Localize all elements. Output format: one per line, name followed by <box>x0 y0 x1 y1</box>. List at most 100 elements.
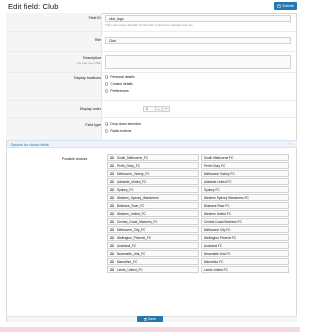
description-textarea[interactable] <box>105 55 291 69</box>
delete-button-label: Delete <box>282 3 294 8</box>
chevron-up-icon[interactable]: ⌃ <box>288 143 291 147</box>
choice-row: Macarthur_FC Macarthur FC <box>107 257 289 265</box>
choice-key-input[interactable]: Sydney_FC <box>107 185 199 193</box>
increment-button[interactable]: + <box>163 106 170 112</box>
title-input[interactable]: Club <box>105 37 291 44</box>
choice-key-input[interactable]: Brisbane_Roar_FC <box>107 201 199 209</box>
choice-key-input[interactable]: Melbourne_City_FC <box>107 225 199 233</box>
options-section-header[interactable]: Options for choice fields ⌃ <box>6 140 297 148</box>
choice-row: Adelaide_United_FC Adelaide United FC <box>107 177 289 185</box>
radio-checked-icon[interactable] <box>105 122 109 126</box>
choice-value-input[interactable]: Brisbane Roar FC <box>201 201 289 209</box>
drag-handle-icon[interactable] <box>110 268 114 271</box>
choice-key-text: South_Melbourne_FC <box>117 155 149 160</box>
choice-value-input[interactable]: Wellington Phoenix FC <box>201 233 289 241</box>
trash-icon <box>277 4 281 8</box>
radio-icon[interactable] <box>105 82 109 86</box>
choice-row: Brisbane_Roar_FC Brisbane Roar FC <box>107 201 289 209</box>
choice-key-input[interactable]: Adelaide_United_FC <box>107 177 199 185</box>
display-location-option[interactable]: Contact details <box>105 82 133 86</box>
choice-key-input[interactable]: Leeds_United_FC <box>107 265 199 273</box>
choice-key-text: Leeds_United_FC <box>117 267 143 272</box>
page-title: Edit field: Club <box>8 2 59 11</box>
drag-handle-icon[interactable] <box>110 236 114 239</box>
field-type-option[interactable]: Radio buttons <box>105 129 131 133</box>
drag-handle-icon[interactable] <box>110 260 114 263</box>
drag-handle-icon[interactable] <box>110 204 114 207</box>
choice-row: Leeds_United_FC Leeds United FC <box>107 265 289 273</box>
radio-icon[interactable] <box>105 129 109 133</box>
choice-row: Central_Coast_Mariners_FC Central Coast M… <box>107 217 289 225</box>
display-location-option-label: Preferences <box>110 89 129 93</box>
choice-value-input[interactable]: Adelaide United FC <box>201 177 289 185</box>
drag-handle-icon[interactable] <box>110 228 114 231</box>
choice-key-input[interactable]: Perth_Glory_FC <box>107 161 199 169</box>
choice-key-input[interactable]: South_Melbourne_FC <box>107 153 199 161</box>
choice-value-input[interactable]: Western United FC <box>201 209 289 217</box>
choice-value-input[interactable]: Melbourne Victory FC <box>201 169 289 177</box>
row-divider <box>6 72 297 73</box>
field-type-label: Field type <box>85 123 101 127</box>
choice-key-text: Adelaide_United_FC <box>117 179 147 184</box>
description-label: Description <box>83 56 101 60</box>
choice-value-input[interactable]: Leeds United FC <box>201 265 289 273</box>
field-id-input[interactable]: club_logo <box>105 15 291 22</box>
display-location-option-label: Personal details <box>110 75 135 79</box>
save-button-label: Save <box>148 317 156 321</box>
drag-handle-icon[interactable] <box>110 244 114 247</box>
choice-row: Western_United_FC Western United FC <box>107 209 289 217</box>
choice-key-input[interactable]: Western_United_FC <box>107 209 199 217</box>
choice-key-text: Western_United_FC <box>117 211 146 216</box>
display-order-value[interactable]: 1 <box>143 106 156 112</box>
choice-row: Melbourne_Victory_FC Melbourne Victory FC <box>107 169 289 177</box>
choice-key-input[interactable]: Macarthur_FC <box>107 257 199 265</box>
decrement-button[interactable]: – <box>156 106 163 112</box>
choice-value-input[interactable]: Sydney FC <box>201 185 289 193</box>
display-location-option[interactable]: Personal details <box>105 75 135 79</box>
choice-value-input[interactable]: Western Sydney Wanderers FC <box>201 193 289 201</box>
choice-value-input[interactable]: Newcastle Jets FC <box>201 249 289 257</box>
choice-row: Melbourne_City_FC Melbourne City FC <box>107 225 289 233</box>
display-locations-label: Display locations <box>74 76 101 80</box>
field-id-hint: This is the unique identifier for this f… <box>105 23 194 27</box>
choice-key-text: Auckland_FC <box>117 243 137 248</box>
choice-key-text: Brisbane_Roar_FC <box>117 203 145 208</box>
choice-key-input[interactable]: Western_Sydney_Wanderers <box>107 193 199 201</box>
choice-key-input[interactable]: Wellington_Phoenix_FC <box>107 233 199 241</box>
display-location-option-label: Contact details <box>110 82 133 86</box>
choice-value-input[interactable]: Central Coast Mariners FC <box>201 217 289 225</box>
choice-value-input[interactable]: South Melbourne FC <box>201 153 289 161</box>
field-type-option-label: Radio buttons <box>110 129 132 133</box>
drag-handle-icon[interactable] <box>110 156 114 159</box>
choice-value-input[interactable]: Melbourne City FC <box>201 225 289 233</box>
choice-key-input[interactable]: Auckland_FC <box>107 241 199 249</box>
choice-key-text: Macarthur_FC <box>117 259 138 264</box>
bottom-strip <box>0 327 300 332</box>
row-divider <box>6 31 297 32</box>
drag-handle-icon[interactable] <box>110 196 114 199</box>
display-location-option[interactable]: Preferences <box>105 89 129 93</box>
choice-key-input[interactable]: Newcastle_Jets_FC <box>107 249 199 257</box>
display-order-stepper[interactable]: 1 – + <box>143 106 170 112</box>
choice-value-input[interactable]: Auckland FC <box>201 241 289 249</box>
choice-key-input[interactable]: Melbourne_Victory_FC <box>107 169 199 177</box>
choice-key-text: Perth_Glory_FC <box>117 163 141 168</box>
field-type-option[interactable]: Drop down selection <box>105 122 141 126</box>
choice-value-input[interactable]: Perth Glory FC <box>201 161 289 169</box>
possible-choices-label: Possible choices <box>62 157 88 161</box>
drag-handle-icon[interactable] <box>110 180 114 183</box>
choice-value-input[interactable]: Macarthur FC <box>201 257 289 265</box>
drag-handle-icon[interactable] <box>110 172 114 175</box>
drag-handle-icon[interactable] <box>110 164 114 167</box>
save-button[interactable]: Save <box>137 316 163 322</box>
choice-key-input[interactable]: Central_Coast_Mariners_FC <box>107 217 199 225</box>
choice-key-text: Wellington_Phoenix_FC <box>117 235 152 240</box>
drag-handle-icon[interactable] <box>110 252 114 255</box>
radio-checked-icon[interactable] <box>105 75 109 79</box>
description-sublabel: You may use HTML <box>76 61 101 65</box>
radio-icon[interactable] <box>105 89 109 93</box>
drag-handle-icon[interactable] <box>110 220 114 223</box>
drag-handle-icon[interactable] <box>110 188 114 191</box>
delete-button[interactable]: Delete <box>273 2 297 10</box>
drag-handle-icon[interactable] <box>110 212 114 215</box>
